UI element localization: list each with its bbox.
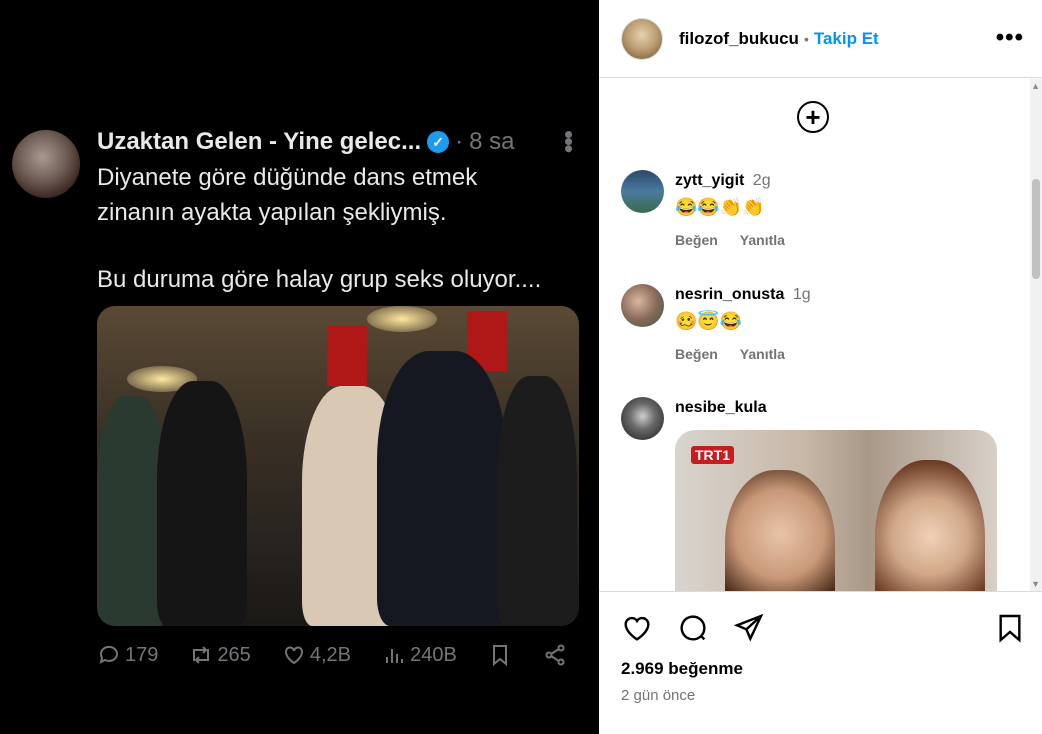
tweet-header: Uzaktan Gelen - Yine gelec... ✓ · 8 sa — [97, 128, 515, 156]
heart-icon[interactable] — [621, 612, 653, 644]
comment-text: 😂😂👏👏 — [675, 197, 765, 217]
reply-count: 179 — [125, 643, 159, 666]
comment-reply-button[interactable]: Yanıtla — [740, 232, 785, 248]
author-username[interactable]: filozof_bukucu — [679, 29, 799, 49]
comment-like-button[interactable]: Beğen — [675, 346, 718, 362]
comment-reply-button[interactable]: Yanıtla — [740, 346, 785, 362]
reply-icon — [99, 645, 118, 664]
tweet-heart-icon — [284, 646, 303, 665]
commenter-avatar[interactable] — [621, 284, 664, 327]
tweet-reply: 179 — [97, 643, 158, 667]
comment-like-button[interactable]: Beğen — [675, 232, 718, 248]
tweet-actions: 179 265 4,2B 240B — [97, 643, 567, 667]
comment-text: 🥴😇😂 — [675, 311, 743, 331]
scrollbar-thumb[interactable] — [1032, 179, 1040, 279]
post-header: filozof_bukucu • Takip Et ••• — [599, 0, 1042, 78]
tweet-bookmark — [488, 643, 512, 667]
comment-time: 2g — [752, 172, 771, 189]
tweet-like: 4,2B — [282, 643, 351, 667]
follow-button[interactable]: Takip Et — [814, 29, 879, 49]
scroll-up-icon[interactable]: ▲ — [1031, 81, 1040, 91]
trt-logo: TRT1 — [691, 446, 734, 464]
tweet-author-name: Uzaktan Gelen - Yine gelec... — [97, 128, 422, 155]
view-count: 240B — [410, 643, 457, 666]
post-actions: 2.969 beğenme 2 gün önce — [599, 591, 1042, 734]
tweet-retweet: 265 — [189, 643, 251, 667]
commenter-username[interactable]: nesibe_kula — [675, 399, 767, 416]
commenter-avatar[interactable] — [621, 397, 664, 440]
more-options-icon[interactable]: ••• — [996, 24, 1024, 52]
header-separator: • — [803, 30, 809, 47]
bookmark-icon[interactable] — [994, 612, 1026, 644]
comment-time: 1g — [792, 286, 811, 303]
comment-gif[interactable]: TRT1 — [675, 430, 997, 591]
tweet-line: zinanın ayakta yapılan şekliymiş. — [97, 199, 447, 226]
post-age[interactable]: 2 gün önce — [621, 687, 695, 704]
tweet-bookmark-icon — [492, 645, 507, 667]
tweet-avatar — [12, 130, 80, 198]
tweet-line: Bu duruma göre halay grup seks oluyor...… — [97, 266, 542, 293]
verified-badge-icon: ✓ — [427, 131, 450, 153]
like-count-label[interactable]: 2.969 beğenme — [621, 659, 743, 679]
gif-person — [875, 460, 985, 591]
retweet-icon — [193, 646, 210, 664]
commenter-avatar[interactable] — [621, 170, 664, 213]
commenter-username[interactable]: zytt_yigit — [675, 172, 744, 189]
tweet-time: 8 sa — [469, 128, 515, 155]
retweet-count: 265 — [217, 643, 251, 666]
tweet-views: 240B — [382, 643, 457, 667]
comments-panel: filozof_bukucu • Takip Et ••• + zytt_yig… — [599, 0, 1042, 734]
tweet-more-icon: ••• — [554, 130, 584, 152]
tweet-share — [543, 643, 567, 667]
commenter-username[interactable]: nesrin_onusta — [675, 286, 784, 303]
tweet-photo — [97, 306, 579, 626]
tweet-share-icon — [545, 644, 565, 666]
gif-person — [725, 470, 835, 591]
like-count: 4,2B — [309, 643, 352, 666]
scroll-down-icon[interactable]: ▼ — [1031, 579, 1040, 589]
views-icon — [386, 649, 404, 663]
scrollbar[interactable]: ▲ ▼ — [1030, 79, 1042, 591]
tweet-separator: · — [455, 128, 464, 155]
tweet-line: Diyanete göre düğünde dans etmek — [97, 164, 478, 191]
add-circle-icon[interactable]: + — [797, 101, 829, 133]
tweet-text: Diyanete göre düğünde dans etmek zinanın… — [97, 160, 577, 297]
comment-icon[interactable] — [677, 612, 709, 644]
post-image: Uzaktan Gelen - Yine gelec... ✓ · 8 sa •… — [0, 0, 599, 734]
author-avatar[interactable] — [621, 17, 663, 60]
send-icon[interactable] — [733, 612, 765, 644]
comments-list[interactable]: + zytt_yigit 2g 😂😂👏👏 Beğen Yanıtla nesri… — [599, 79, 1042, 591]
